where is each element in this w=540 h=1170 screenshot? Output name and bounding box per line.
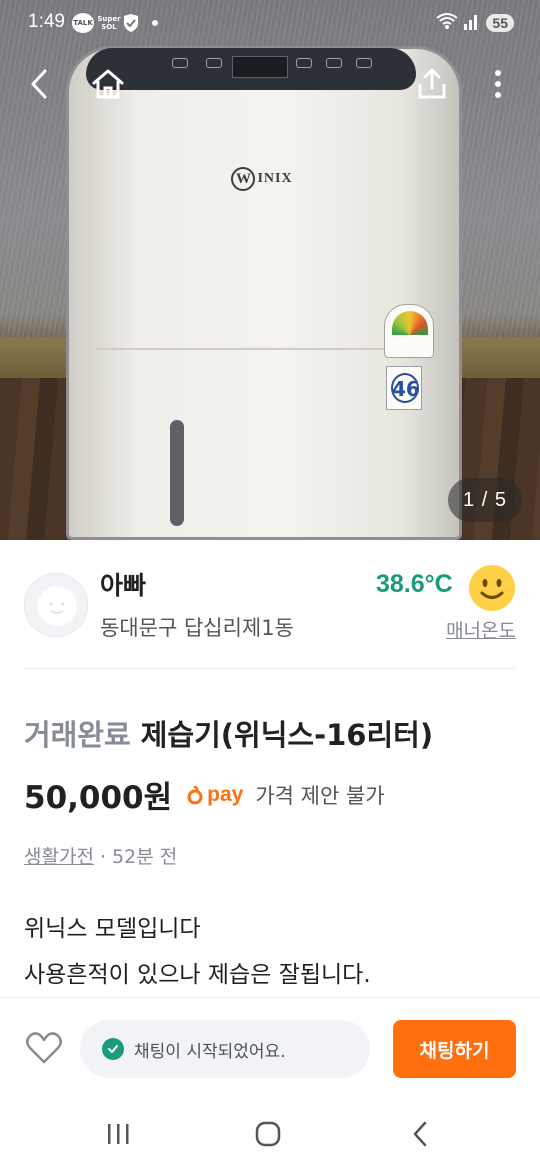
image-counter: 1 / 5 — [448, 478, 522, 522]
battery-icon: 55 — [486, 14, 514, 32]
dehumidifier-control-panel — [86, 48, 416, 90]
smile-face-icon — [469, 565, 515, 611]
notification-dot — [152, 20, 158, 26]
recent-apps-button[interactable] — [98, 1119, 138, 1149]
status-right-group: 55 — [436, 12, 514, 34]
panel-display — [232, 56, 288, 78]
product-photo[interactable]: W INIX 46 1:49 TALK Super SOL 55 1 / 5 — [0, 0, 540, 540]
brand-logo-mark: W — [231, 167, 256, 191]
kakaotalk-icon: TALK — [72, 13, 94, 33]
chat-status-text: 채팅이 시작되었어요. — [134, 1041, 286, 1062]
panel-button — [296, 58, 312, 68]
check-circle-icon — [102, 1038, 124, 1060]
manner-temperature: 38.6°C — [376, 570, 453, 598]
energy-label-sticker — [384, 304, 434, 358]
recent-apps-icon — [108, 1124, 129, 1144]
home-icon — [92, 69, 124, 99]
home-button[interactable] — [86, 62, 130, 106]
like-button[interactable] — [24, 1028, 64, 1068]
pay-logo-icon — [187, 785, 203, 804]
bottom-action-bar: 채팅이 시작되었어요. 채팅하기 — [0, 997, 540, 1101]
panel-button — [172, 58, 188, 68]
price-row: 50,000원 pay 가격 제안 불가 — [24, 772, 385, 817]
seller-name[interactable]: 아빠 — [100, 566, 146, 602]
number-sticker-text: 46 — [392, 377, 420, 401]
category-link[interactable]: 생활가전 — [24, 846, 94, 868]
super-sol-icon: Super SOL — [97, 15, 121, 31]
post-description: 위닉스 모델입니다 사용흔적이 있으나 제습은 잘됩니다. — [24, 906, 371, 998]
water-level-window — [170, 420, 184, 526]
back-icon — [31, 69, 47, 99]
system-home-icon — [255, 1121, 281, 1147]
status-time: 1:49 — [28, 11, 65, 32]
negotiation-status: 가격 제안 불가 — [255, 783, 385, 808]
share-icon — [418, 68, 446, 99]
heart-icon — [26, 1032, 62, 1064]
avatar[interactable] — [24, 573, 88, 637]
dehumidifier-seam — [96, 348, 430, 350]
system-back-button[interactable] — [400, 1119, 440, 1149]
chat-status-pill[interactable]: 채팅이 시작되었어요. — [80, 1020, 370, 1078]
system-home-button[interactable] — [248, 1119, 288, 1149]
description-line: 사용흔적이 있으나 제습은 잘됩니다. — [24, 962, 371, 988]
signal-icon — [464, 12, 480, 34]
system-back-icon — [413, 1121, 427, 1147]
post-title-text: 제습기(위닉스-16리터) — [140, 718, 434, 752]
daangn-pay-badge: pay — [186, 783, 243, 807]
panel-button — [326, 58, 342, 68]
default-avatar-icon — [37, 586, 77, 626]
section-divider — [24, 668, 516, 669]
back-button[interactable] — [18, 62, 62, 106]
system-navigation-bar — [0, 1101, 540, 1170]
more-button[interactable] — [476, 62, 520, 106]
check-shield-icon — [122, 13, 140, 33]
manner-temperature-link[interactable]: 매너온도 — [446, 616, 516, 643]
time-ago: · 52분 전 — [93, 846, 178, 868]
pay-label: pay — [207, 782, 244, 806]
panel-button — [206, 58, 222, 68]
description-line: 위닉스 모델입니다 — [24, 916, 201, 942]
post-title: 거래완료 제습기(위닉스-16리터) — [24, 712, 433, 754]
status-bar: 1:49 TALK Super SOL 55 — [0, 0, 540, 48]
brand-logo-text: INIX — [257, 171, 293, 186]
brand-logo: W INIX — [222, 164, 302, 194]
post-meta: 생활가전 · 52분 전 — [24, 842, 177, 869]
price: 50,000원 — [24, 780, 173, 816]
share-button[interactable] — [410, 62, 454, 106]
more-icon — [495, 70, 501, 98]
dehumidifier-body — [66, 46, 462, 540]
panel-button — [356, 58, 372, 68]
wifi-icon — [436, 12, 459, 34]
seller-location: 동대문구 답십리제1동 — [100, 616, 294, 640]
number-sticker: 46 — [386, 366, 422, 410]
chat-button[interactable]: 채팅하기 — [393, 1020, 516, 1078]
energy-gauge-graphic — [392, 311, 428, 335]
trade-status-label: 거래완료 — [24, 718, 131, 752]
seller-section[interactable]: 아빠 동대문구 답십리제1동 38.6°C 매너온도 — [0, 540, 540, 670]
